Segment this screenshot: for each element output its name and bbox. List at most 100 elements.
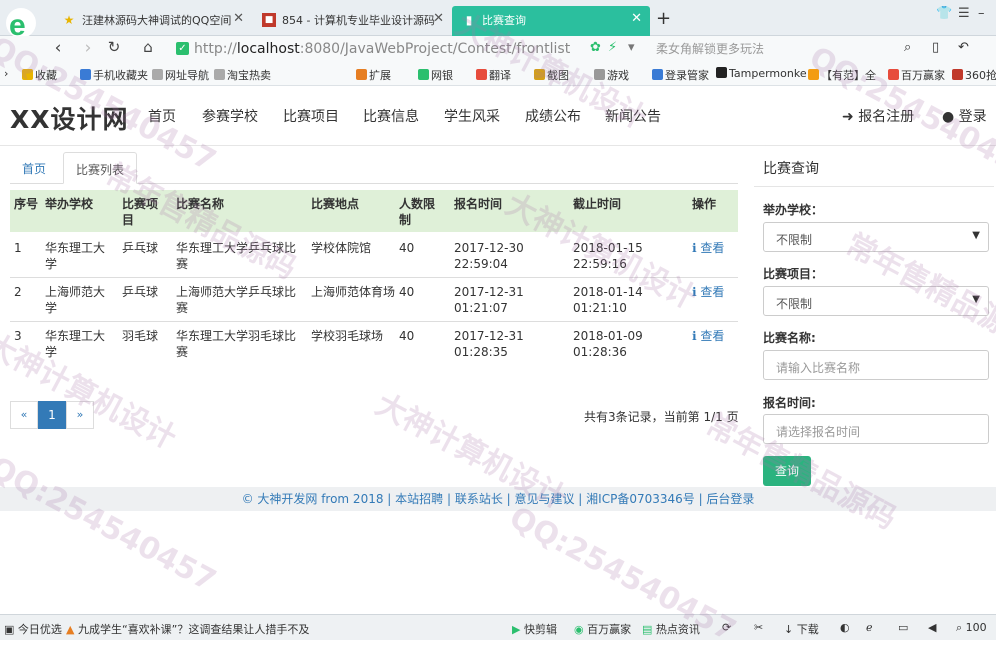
browser-tab-1[interactable]: ★ 汪建林源码大神调试的QQ空间 ✕ <box>52 6 252 36</box>
fav-item[interactable]: 翻译 <box>476 67 511 83</box>
fav-item[interactable]: 截图 <box>534 67 569 83</box>
site-footer[interactable]: © 大神开发网 from 2018 | 本站招聘 | 联系站长 | 意见与建议 … <box>0 487 996 511</box>
row-divider <box>10 277 738 278</box>
fav-item[interactable]: 手机收藏夹 <box>80 67 148 83</box>
nav-schools[interactable]: 参赛学校 <box>202 106 258 126</box>
skin-icon[interactable]: 👕 <box>936 6 952 21</box>
cell-end: 2018-01-09 01:28:36 <box>573 329 643 359</box>
favorites-bar: › 收藏 手机收藏夹 网址导航 淘宝热卖 扩展 网银 翻译 截图 游戏 登录管家… <box>0 62 996 86</box>
new-tab-button[interactable]: + <box>656 8 671 29</box>
tools-icon[interactable]: ✂ <box>754 621 763 634</box>
browser-tab-active[interactable]: ▮ 比赛查询 ✕ <box>452 6 650 36</box>
phone-icon <box>80 69 91 80</box>
today-picks[interactable]: ▣ 今日优选 <box>4 621 62 637</box>
fav-item[interactable]: 百万赢家 <box>888 67 945 83</box>
cell-name: 华东理工大学羽毛球比赛 <box>176 329 297 359</box>
phone-icon[interactable]: ▯ <box>932 40 939 55</box>
tab-home[interactable]: 首页 <box>10 152 58 184</box>
shield-icon: ✓ <box>176 42 189 55</box>
view-link[interactable]: ℹ 查看 <box>692 284 724 300</box>
view-link[interactable]: ℹ 查看 <box>692 328 724 344</box>
site-logo[interactable]: XX设计网 <box>10 100 129 136</box>
fav-item[interactable]: 收藏 <box>22 67 57 83</box>
item-select[interactable]: 不限制 ▼ <box>763 286 989 316</box>
fav-item[interactable]: 淘宝热卖 <box>214 67 271 83</box>
next-page-button[interactable]: » <box>66 401 94 429</box>
info-icon: ℹ <box>692 329 697 343</box>
fav-item[interactable]: Tampermonke <box>716 67 807 80</box>
menu-icon[interactable]: ☰ <box>958 6 970 21</box>
nav-contests[interactable]: 比赛信息 <box>363 106 419 126</box>
refresh-circle-icon[interactable]: ✿ <box>590 40 601 55</box>
nav-items[interactable]: 比赛项目 <box>283 106 339 126</box>
content-tabs: 首页 比赛列表 <box>10 152 738 184</box>
name-input[interactable]: 请输入比赛名称 <box>763 350 989 380</box>
close-icon[interactable]: ✕ <box>233 11 244 26</box>
undo-icon[interactable]: ↶ <box>958 40 969 55</box>
close-icon[interactable]: ✕ <box>631 11 642 26</box>
minimize-icon[interactable]: – <box>978 6 985 21</box>
back-icon[interactable]: ‹ <box>48 38 68 58</box>
site-header: XX设计网 首页 参赛学校 比赛项目 比赛信息 学生风采 成绩公布 新闻公告 ➜… <box>0 86 996 146</box>
register-link[interactable]: ➜ 报名注册 <box>842 106 914 126</box>
fav-item[interactable]: 网银 <box>418 67 453 83</box>
cell-limit: 40 <box>399 285 415 299</box>
page-icon <box>214 69 225 80</box>
tab-contest-list[interactable]: 比赛列表 <box>63 152 138 184</box>
cell-item: 乒乓球 <box>122 285 159 299</box>
url-field[interactable]: ✓ http://localhost:8080/JavaWebProject/C… <box>172 38 642 60</box>
nav-results[interactable]: 成绩公布 <box>525 106 581 126</box>
zoom-icon: ⌕ <box>956 621 963 634</box>
zoom-level[interactable]: ⌕ 100 <box>956 621 987 635</box>
prev-page-button[interactable]: « <box>10 401 38 429</box>
fav-item[interactable]: 扩展 <box>356 67 391 83</box>
browser-tab-2[interactable]: ■ 854 - 计算机专业毕业设计源码 ✕ <box>252 6 452 36</box>
fav-item[interactable]: 360抢 <box>952 67 996 83</box>
fav-item[interactable]: 网址导航 <box>152 67 209 83</box>
tab-label: 汪建林源码大神调试的QQ空间 <box>82 14 232 27</box>
caret-down-icon: ▼ <box>972 230 980 241</box>
star-icon <box>22 69 33 80</box>
news-ticker[interactable]: ▲ 九成学生“喜欢补课”？这调查结果让人措手不及 <box>66 621 309 637</box>
nav-home[interactable]: 首页 <box>148 106 176 126</box>
bookmark-icon: ■ <box>262 13 276 27</box>
cell-start: 2017-12-30 22:59:04 <box>454 241 524 271</box>
home-icon[interactable]: ⌂ <box>138 38 158 56</box>
time-input[interactable]: 请选择报名时间 <box>763 414 989 444</box>
speed-icon[interactable]: ◐ <box>840 621 850 634</box>
login-link[interactable]: ● 登录 <box>942 106 987 126</box>
th-start: 报名时间 <box>454 197 503 211</box>
lightning-icon[interactable]: ⚡ <box>608 40 617 55</box>
browser-e-icon[interactable]: ℯ <box>866 621 873 634</box>
sync-icon[interactable]: ⟳ <box>722 621 731 634</box>
status-item[interactable]: ▶ 快剪辑 <box>512 621 557 637</box>
close-icon[interactable]: ✕ <box>433 11 444 26</box>
nav-students[interactable]: 学生风采 <box>444 106 500 126</box>
search-input[interactable]: 柔女角解锁更多玩法 <box>656 40 764 57</box>
scissors-icon <box>534 69 545 80</box>
view-link[interactable]: ℹ 查看 <box>692 240 724 256</box>
school-select[interactable]: 不限制 ▼ <box>763 222 989 252</box>
fav-item[interactable]: 登录管家 <box>652 67 709 83</box>
download-icon: ↓ <box>784 623 794 636</box>
volume-icon[interactable]: ◀ <box>928 621 936 634</box>
nav-news[interactable]: 新闻公告 <box>605 106 661 126</box>
reload-icon[interactable]: ↻ <box>104 38 124 56</box>
cell-place: 学校体院馆 <box>311 241 372 255</box>
search-icon[interactable]: ⌕ <box>904 40 911 55</box>
download-button[interactable]: ↓ 下载 <box>784 621 819 637</box>
calendar-icon: ▣ <box>4 623 15 636</box>
query-button[interactable]: 查询 <box>763 456 811 486</box>
status-item[interactable]: ▤ 热点资讯 <box>642 621 700 637</box>
dropdown-icon[interactable]: ▾ <box>628 40 635 55</box>
fav-item[interactable]: 游戏 <box>594 67 629 83</box>
favorites-more-icon[interactable]: › <box>4 67 8 80</box>
page-1-button[interactable]: 1 <box>38 401 66 429</box>
th-name: 比赛名称 <box>176 197 225 211</box>
status-item[interactable]: ◉ 百万赢家 <box>574 621 631 637</box>
forward-icon[interactable]: › <box>78 38 98 58</box>
page-icon: ▮ <box>465 13 473 27</box>
window-icon[interactable]: ▭ <box>898 621 908 634</box>
fav-item[interactable]: 【有范】全 <box>808 67 876 83</box>
grid-icon <box>356 69 367 80</box>
